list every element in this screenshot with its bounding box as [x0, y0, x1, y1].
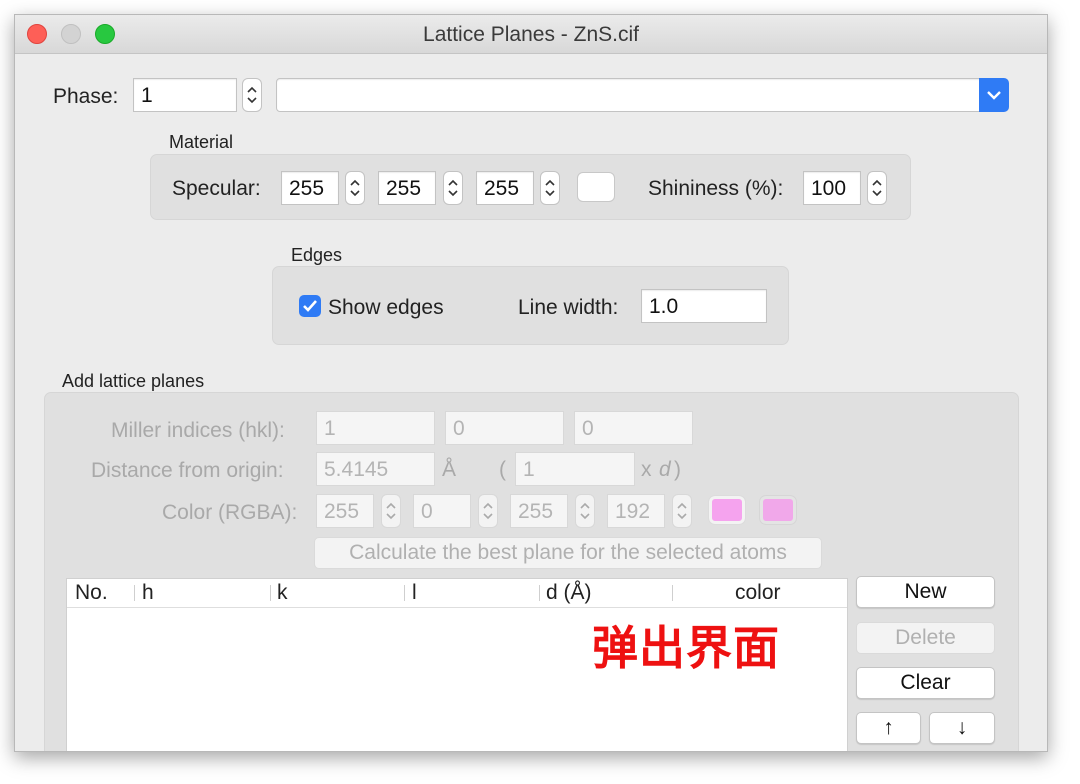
stepper-arrows-icon — [386, 502, 396, 520]
phase-label: Phase: — [53, 85, 119, 108]
color-a-stepper[interactable] — [672, 494, 692, 528]
shininess-stepper[interactable] — [867, 171, 887, 205]
specular-g-stepper[interactable] — [443, 171, 463, 205]
stepper-arrows-icon — [677, 502, 687, 520]
miller-h-input[interactable]: 1 — [316, 411, 435, 445]
column-header-color[interactable]: color — [735, 579, 781, 607]
phase-input[interactable]: 1 — [133, 78, 237, 112]
phase-dropdown[interactable] — [276, 78, 982, 112]
move-up-button[interactable]: ↑ — [856, 712, 921, 744]
title-bar: Lattice Planes - ZnS.cif — [15, 15, 1047, 54]
edges-heading: Edges — [291, 245, 343, 265]
multiplier-x: x — [641, 458, 652, 481]
chevron-down-icon — [987, 91, 1001, 100]
plane-color-swatch[interactable] — [708, 495, 746, 525]
calculate-plane-button[interactable]: Calculate the best plane for the selecte… — [314, 537, 822, 569]
specular-label: Specular: — [172, 177, 261, 200]
specular-r-input[interactable]: 255 — [281, 171, 339, 205]
color-r-input[interactable]: 255 — [316, 494, 374, 528]
dropdown-toggle[interactable] — [979, 78, 1009, 112]
paren-close: ) — [674, 458, 681, 481]
color-b-stepper[interactable] — [575, 494, 595, 528]
checkmark-icon — [303, 300, 317, 312]
column-header-d[interactable]: d (Å) — [546, 579, 592, 607]
color-r-stepper[interactable] — [381, 494, 401, 528]
miller-k-input[interactable]: 0 — [445, 411, 564, 445]
material-heading: Material — [169, 132, 234, 152]
stepper-arrows-icon — [872, 179, 882, 197]
new-button[interactable]: New — [856, 576, 995, 608]
window-title: Lattice Planes - ZnS.cif — [423, 23, 639, 46]
dialog-window: Lattice Planes - ZnS.cif Phase: 1 Materi… — [14, 14, 1048, 752]
distance-label: Distance from origin: — [91, 459, 284, 482]
stepper-arrows-icon — [247, 86, 257, 104]
shininess-label: Shininess (%): — [648, 177, 784, 200]
line-width-input[interactable]: 1.0 — [641, 289, 767, 323]
specular-b-input[interactable]: 255 — [476, 171, 534, 205]
multiplier-input[interactable]: 1 — [515, 452, 635, 486]
column-separator — [270, 585, 271, 601]
color-b-input[interactable]: 255 — [510, 494, 568, 528]
column-header-h[interactable]: h — [142, 579, 154, 607]
specular-b-stepper[interactable] — [540, 171, 560, 205]
overlay-caption: 弹出界面 — [592, 621, 780, 675]
add-planes-heading: Add lattice planes — [62, 371, 205, 391]
column-separator — [134, 585, 135, 601]
column-separator — [404, 585, 405, 601]
clear-button[interactable]: Clear — [856, 667, 995, 699]
move-down-button[interactable]: ↓ — [929, 712, 995, 744]
delete-button[interactable]: Delete — [856, 622, 995, 654]
column-separator — [539, 585, 540, 601]
table-header — [67, 579, 847, 608]
specular-color-swatch[interactable] — [577, 172, 615, 202]
specular-r-stepper[interactable] — [345, 171, 365, 205]
color-rgba-label: Color (RGBA): — [162, 501, 298, 524]
color-a-input[interactable]: 192 — [607, 494, 665, 528]
paren-open: ( — [499, 458, 506, 481]
stepper-arrows-icon — [448, 179, 458, 197]
distance-input[interactable]: 5.4145 — [316, 452, 435, 486]
column-header-k[interactable]: k — [277, 579, 288, 607]
shininess-input[interactable]: 100 — [803, 171, 861, 205]
stepper-arrows-icon — [580, 502, 590, 520]
distance-unit: Å — [442, 458, 457, 481]
miller-label: Miller indices (hkl): — [111, 419, 285, 442]
line-width-label: Line width: — [518, 296, 619, 319]
stepper-arrows-icon — [350, 179, 360, 197]
stepper-arrows-icon — [545, 179, 555, 197]
color-g-input[interactable]: 0 — [413, 494, 471, 528]
stepper-arrows-icon — [483, 502, 493, 520]
plane-color-preview — [759, 495, 797, 525]
show-edges-label[interactable]: Show edges — [328, 296, 444, 320]
show-edges-checkbox[interactable] — [299, 295, 321, 317]
multiplier-d: d — [659, 458, 671, 481]
column-separator — [672, 585, 673, 601]
specular-g-input[interactable]: 255 — [378, 171, 436, 205]
column-header-no[interactable]: No. — [75, 579, 108, 607]
color-g-stepper[interactable] — [478, 494, 498, 528]
phase-stepper[interactable] — [242, 78, 262, 112]
miller-l-input[interactable]: 0 — [574, 411, 693, 445]
column-header-l[interactable]: l — [412, 579, 417, 607]
